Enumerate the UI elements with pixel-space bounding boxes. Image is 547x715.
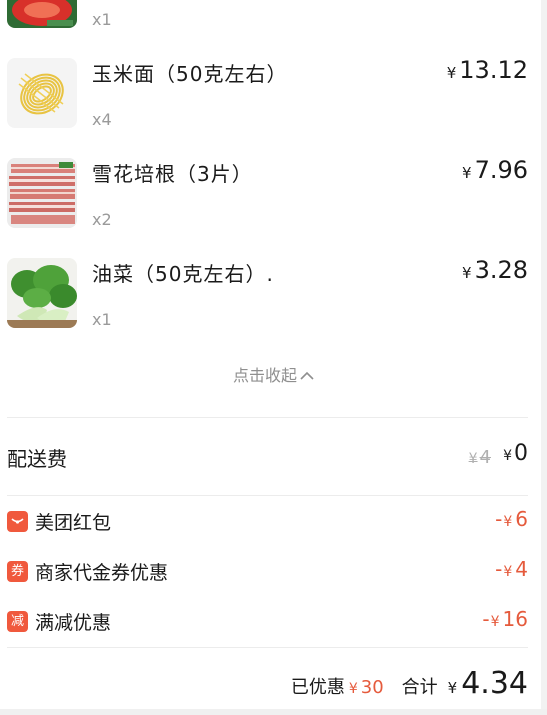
discount-amount-value: 4	[515, 557, 528, 581]
minus-sign: -	[495, 507, 503, 531]
discount-amount: -¥ 6	[495, 507, 528, 531]
saved-amount: ¥30	[349, 677, 384, 698]
chevron-up-icon	[300, 368, 314, 384]
currency-symbol: ¥	[348, 681, 358, 697]
item-price-value: 13.12	[459, 56, 528, 84]
divider	[7, 495, 528, 496]
item-quantity: x4	[92, 110, 112, 129]
delivery-fee-original-value: 4	[479, 447, 491, 468]
divider	[7, 417, 528, 418]
order-summary: 已优惠 ¥30 合计 ¥4.34	[291, 666, 528, 706]
currency-symbol: ¥	[490, 614, 500, 630]
total-amount-value: 4.34	[461, 666, 528, 701]
item-name: 玉米面（50克左右）	[92, 62, 288, 86]
currency-symbol: ¥	[462, 164, 472, 182]
currency-symbol: ¥	[446, 64, 457, 82]
discount-label: 美团红包	[35, 512, 112, 534]
saved-amount-value: 30	[360, 677, 384, 698]
item-price: ¥3.28	[462, 256, 528, 284]
delivery-fee-original: ¥4	[469, 447, 491, 468]
product-thumbnail[interactable]	[7, 158, 77, 228]
currency-symbol: ¥	[468, 451, 478, 467]
discount-icon: 减	[7, 611, 28, 632]
coupon-icon: 券	[7, 561, 28, 582]
item-name: 雪花培根（3片）	[92, 162, 253, 186]
collapse-button[interactable]: 点击收起	[0, 362, 547, 386]
discount-amount-value: 16	[502, 607, 528, 631]
discount-amount: -¥ 4	[495, 557, 528, 581]
currency-symbol: ¥	[503, 514, 513, 530]
item-quantity: x2	[92, 210, 112, 229]
delivery-fee-current: ¥0	[503, 441, 528, 466]
currency-symbol: ¥	[503, 448, 512, 464]
item-price-value: 7.96	[474, 156, 528, 184]
item-price: ¥13.12	[447, 56, 528, 84]
red-envelope-icon	[7, 511, 28, 532]
discount-label: 商家代金券优惠	[35, 562, 169, 584]
currency-symbol: ¥	[503, 564, 513, 580]
divider	[7, 647, 528, 648]
discount-amount-value: 6	[515, 507, 528, 531]
product-thumbnail[interactable]	[7, 258, 77, 328]
item-quantity: x1	[92, 310, 112, 329]
product-thumbnail[interactable]	[7, 0, 77, 28]
discount-label: 满减优惠	[35, 612, 112, 634]
total-amount: ¥4.34	[448, 666, 528, 701]
item-quantity: x1	[92, 10, 112, 29]
delivery-fee-current-value: 0	[514, 441, 528, 466]
delivery-fee-label: 配送费	[7, 447, 67, 471]
currency-symbol: ¥	[462, 264, 472, 282]
total-label: 合计	[401, 677, 438, 698]
minus-sign: -	[482, 607, 490, 631]
collapse-label: 点击收起	[232, 366, 297, 385]
item-price: ¥7.96	[462, 156, 528, 184]
item-name: 油菜（50克左右）.	[92, 262, 274, 286]
currency-symbol: ¥	[447, 679, 458, 697]
discount-amount: -¥ 16	[482, 607, 528, 631]
scroll-edge	[541, 0, 547, 715]
minus-sign: -	[495, 557, 503, 581]
bottom-edge	[0, 709, 547, 715]
item-price-value: 3.28	[474, 256, 528, 284]
saved-label: 已优惠	[290, 677, 345, 698]
product-thumbnail[interactable]	[7, 58, 77, 128]
